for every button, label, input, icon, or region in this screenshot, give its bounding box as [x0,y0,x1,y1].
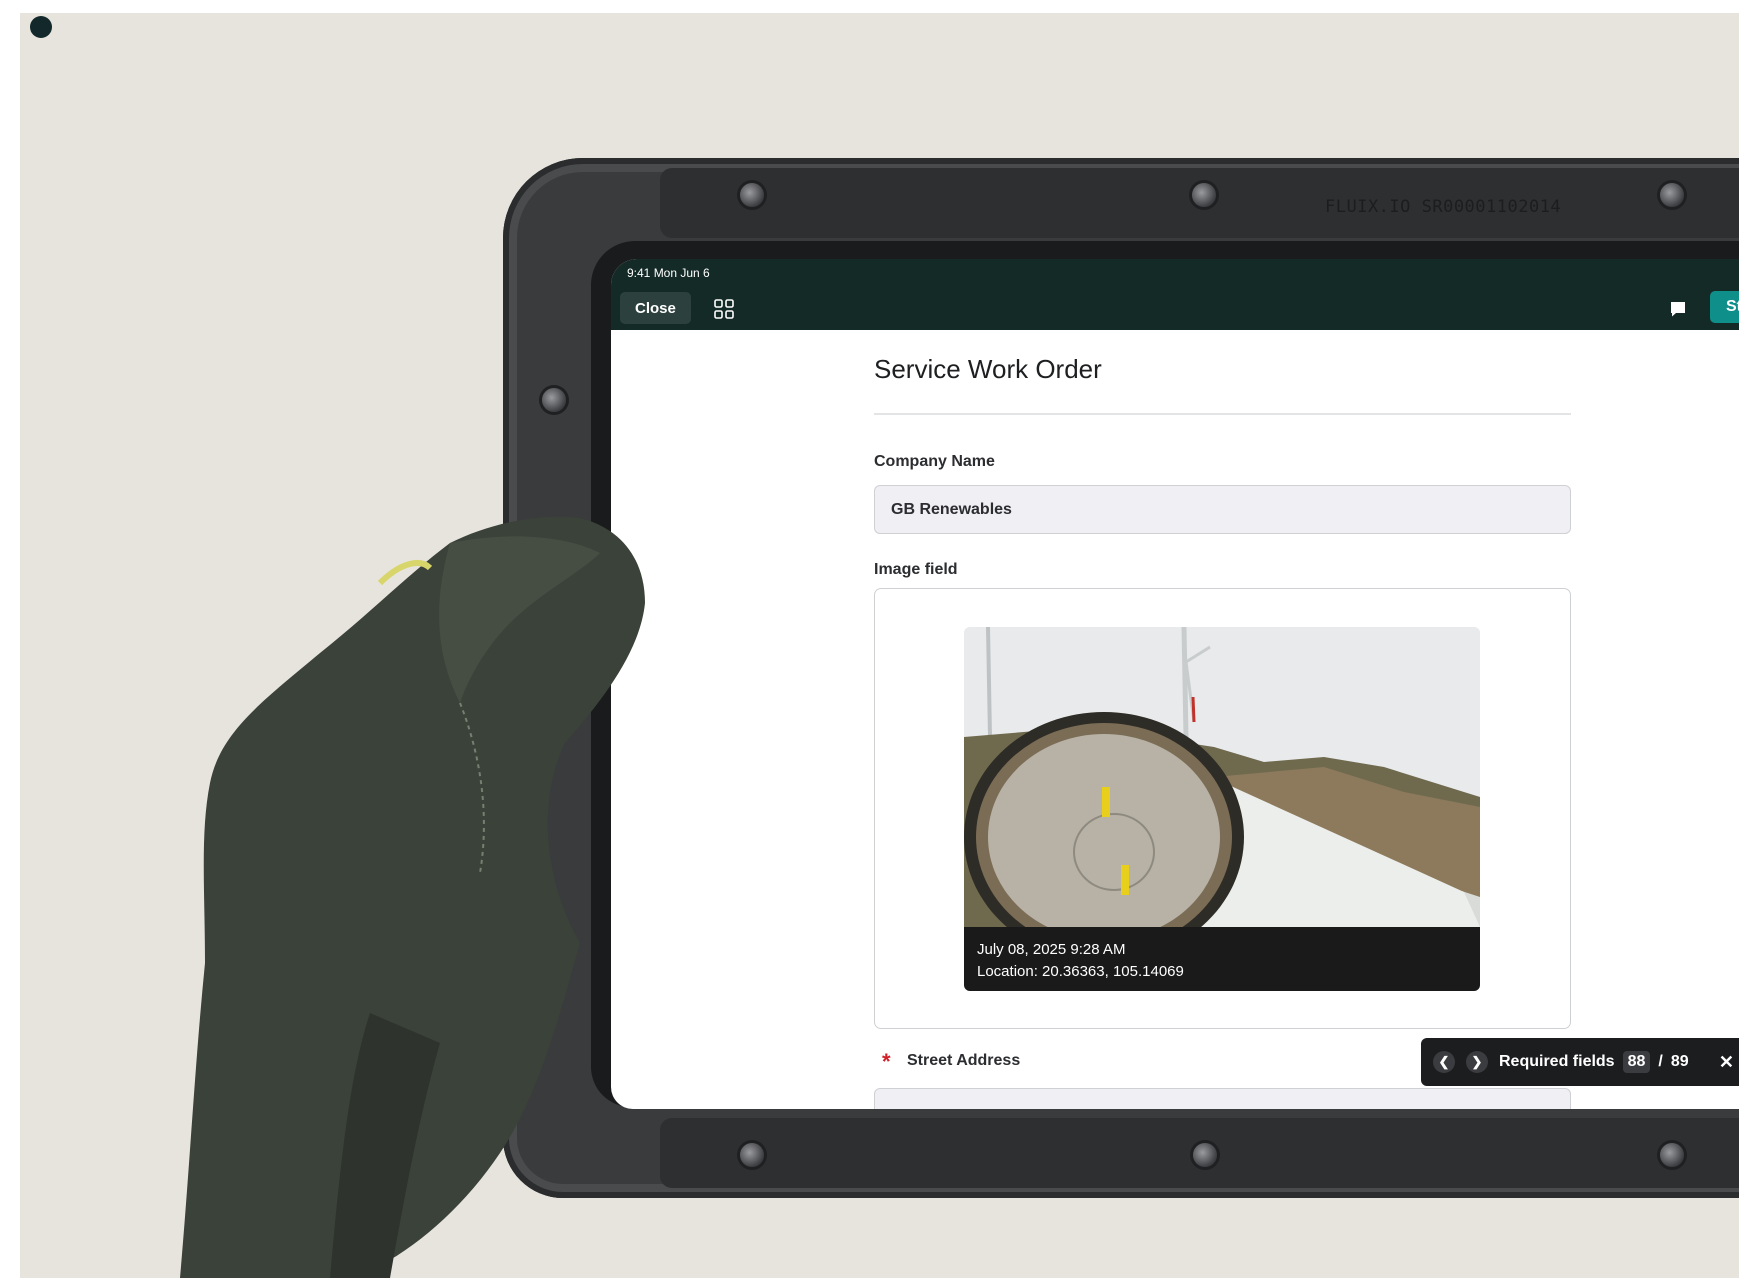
required-current-count: 88 [1622,1051,1651,1073]
company-name-input[interactable] [874,485,1571,534]
required-total-count: 89 [1670,1053,1689,1070]
photo-timestamp: July 08, 2025 9:28 AM [977,941,1126,958]
screw [1193,1143,1217,1167]
chevron-right-icon[interactable]: ❯ [1466,1051,1488,1073]
image-field[interactable]: July 08, 2025 9:28 AM Location: 20.36363… [874,588,1571,1029]
required-fields-label: Required fields [1499,1053,1615,1070]
device-engraving: FLUIX.IO SR00001102014 [1325,197,1562,217]
close-button[interactable]: Close [620,292,691,324]
title-divider [874,413,1571,415]
status-time-date: 9:41 Mon Jun 6 [627,266,710,280]
tablet-screen: 9:41 Mon Jun 6 ▮▮ Close Start Service Wo… [611,259,1739,1109]
background-stage: FLUIX.IO SR00001102014 9:41 Mon Jun 6 ▮▮… [20,13,1739,1278]
page-title: Service Work Order [874,354,1102,384]
screw [1660,183,1684,207]
street-address-input[interactable] [874,1088,1571,1109]
company-name-label: Company Name [874,453,995,470]
chat-bubble-icon[interactable] [1669,300,1687,318]
street-address-label: Street Address [907,1052,1021,1069]
required-fields-bar: ❮ ❯ Required fields 88 / 89 ✕ [1421,1038,1739,1086]
photo-image [964,627,1480,927]
close-icon[interactable]: ✕ [1719,1052,1734,1073]
required-asterisk: * [882,1049,891,1074]
image-field-label: Image field [874,561,958,578]
wind-turbine-photo[interactable]: July 08, 2025 9:28 AM Location: 20.36363… [964,627,1480,991]
chevron-left-icon[interactable]: ❮ [1433,1051,1455,1073]
required-separator: / [1658,1053,1663,1070]
screw [542,388,566,412]
work-order-form: Service Work Order Company Name Image fi… [874,354,1571,1109]
start-button[interactable]: Start [1710,291,1739,323]
photo-location: Location: 20.36363, 105.14069 [977,963,1184,980]
corner-dot [30,16,52,38]
screw [740,1143,764,1167]
screw [1660,1143,1684,1167]
screw [740,183,764,207]
screw [1192,183,1216,207]
app-toolbar: 9:41 Mon Jun 6 ▮▮ Close Start [611,259,1739,330]
photo-caption: July 08, 2025 9:28 AM Location: 20.36363… [964,927,1480,991]
grid-icon[interactable] [714,299,734,319]
